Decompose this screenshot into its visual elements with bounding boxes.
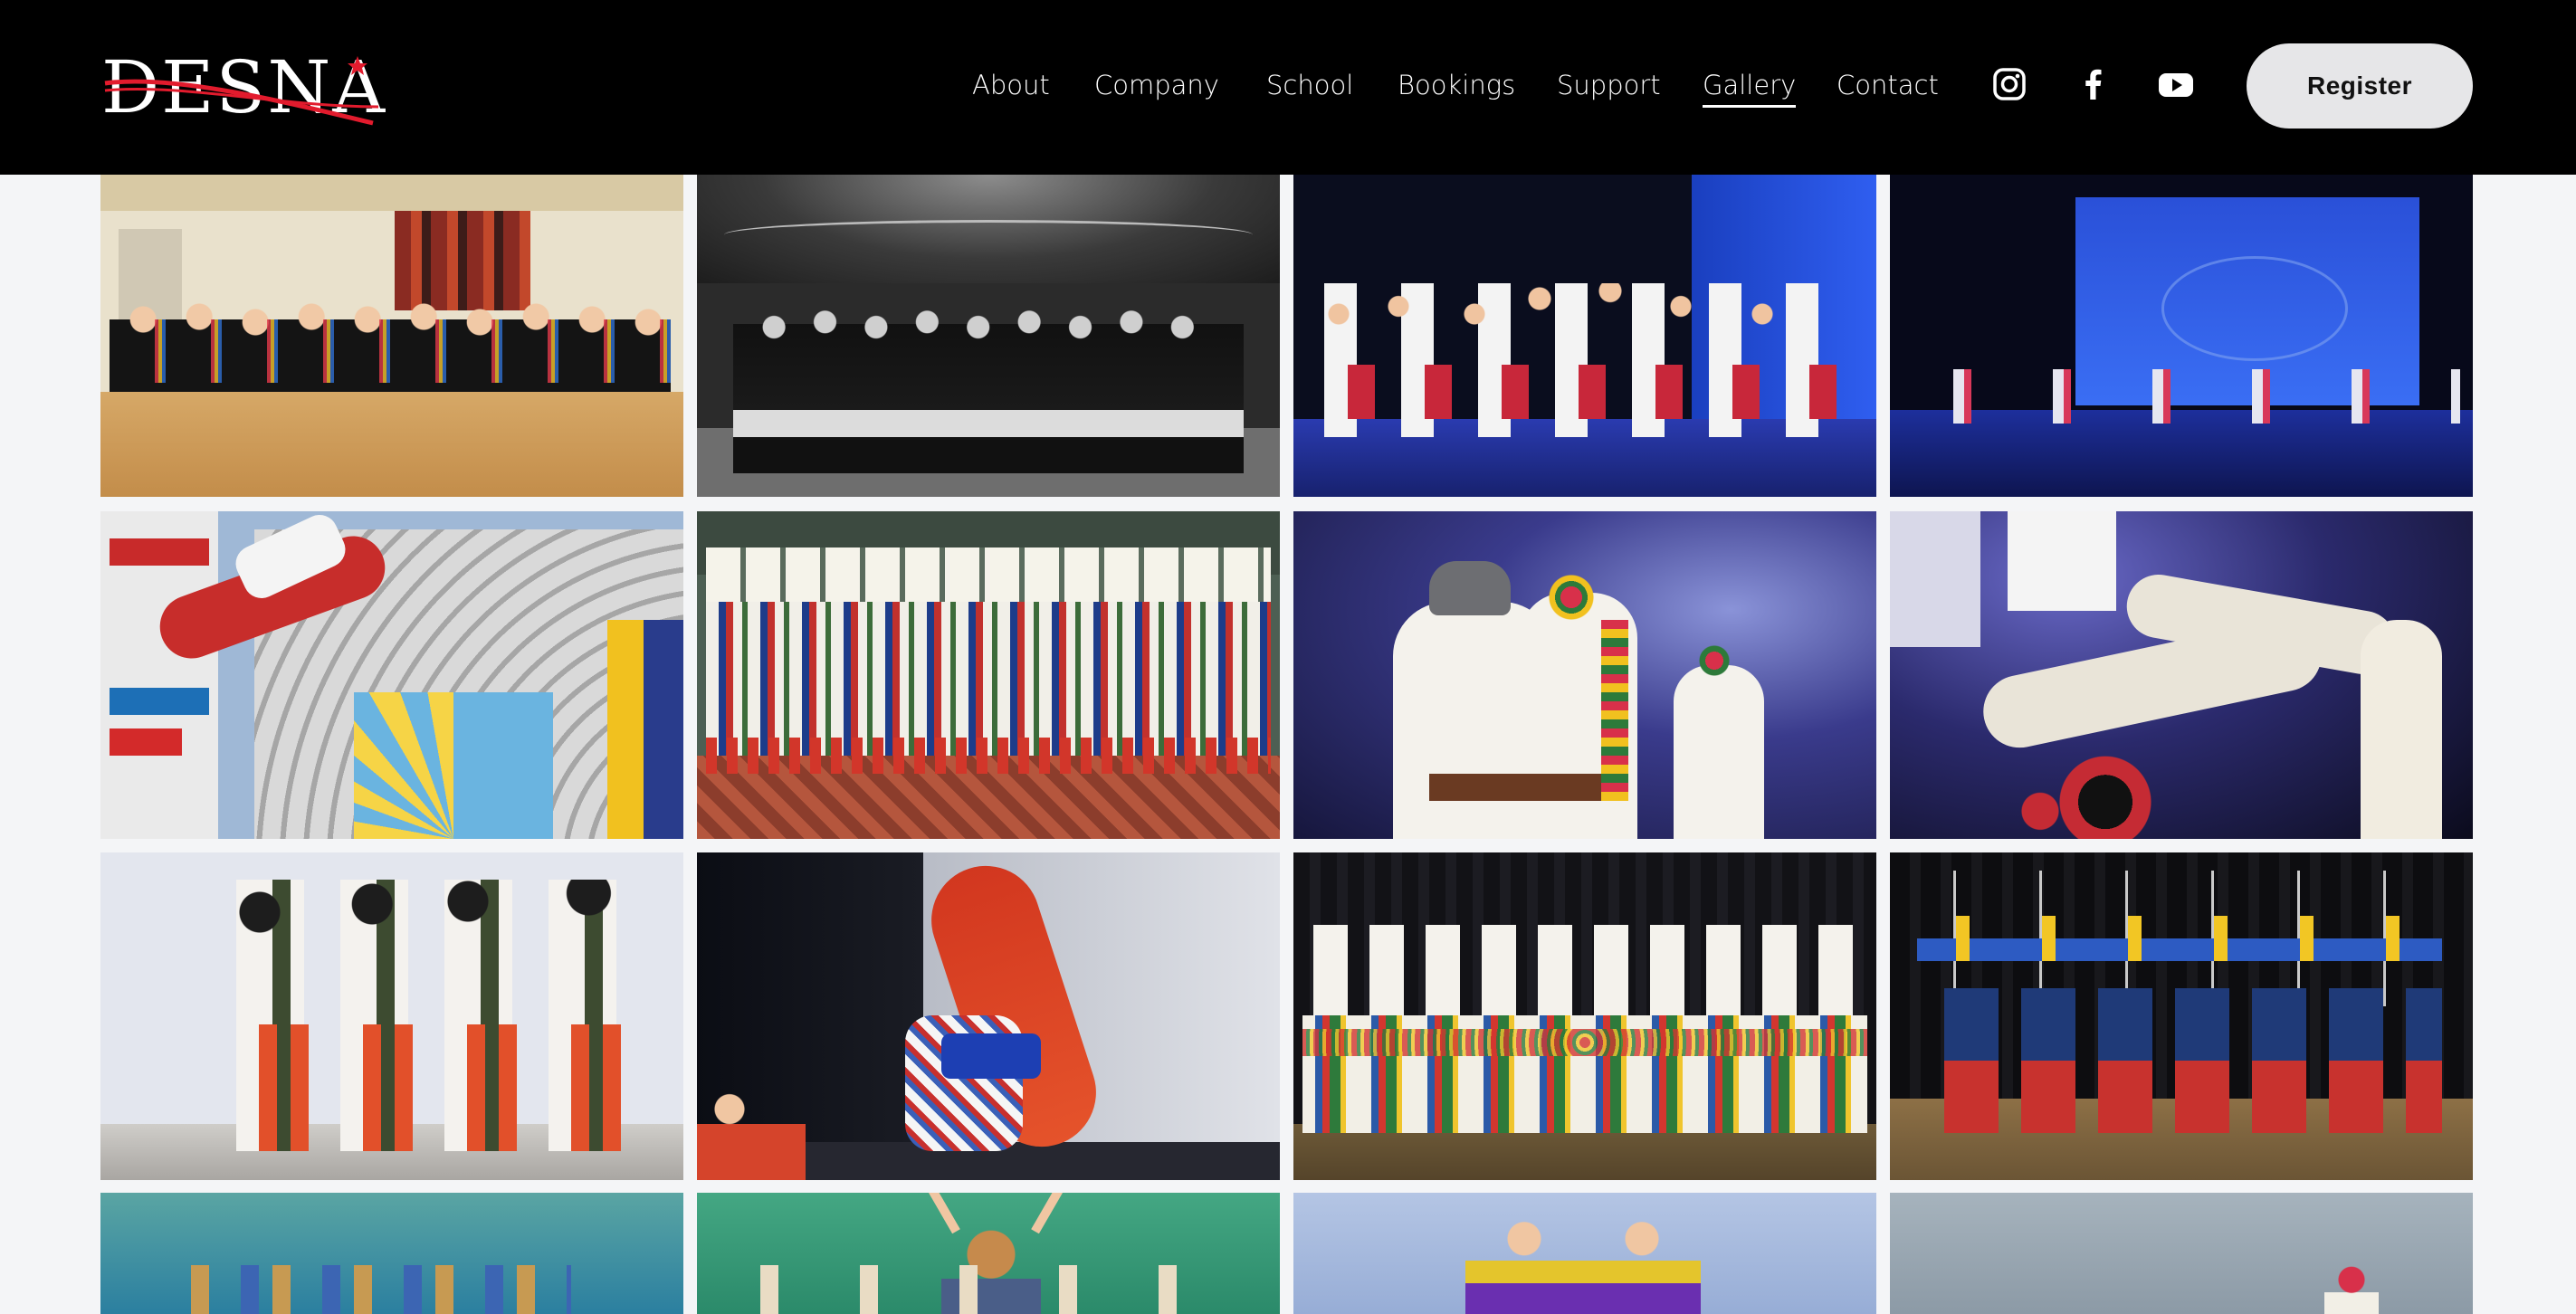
page: DESNA About Company School Bookings Supp… xyxy=(0,0,2576,1314)
nav-gallery[interactable]: Gallery xyxy=(1703,65,1797,108)
main-nav: About Company School Bookings Support Ga… xyxy=(0,0,2576,175)
facebook-icon[interactable] xyxy=(2076,67,2111,101)
gallery-photo[interactable] xyxy=(100,511,683,839)
site-header: DESNA About Company School Bookings Supp… xyxy=(0,0,2576,175)
gallery-photo[interactable] xyxy=(697,175,1280,497)
nav-school[interactable]: School xyxy=(1266,65,1353,105)
gallery-photo[interactable] xyxy=(1890,1193,2473,1314)
gallery-photo[interactable] xyxy=(1293,1193,1876,1314)
gallery-photo[interactable] xyxy=(1890,852,2473,1180)
gallery-photo[interactable] xyxy=(1293,511,1876,839)
gallery-photo[interactable] xyxy=(1293,175,1876,497)
gallery-photo[interactable] xyxy=(100,852,683,1180)
register-button[interactable]: Register xyxy=(2247,43,2473,129)
nav-bookings[interactable]: Bookings xyxy=(1398,65,1515,105)
nav-support[interactable]: Support xyxy=(1557,65,1661,105)
youtube-icon[interactable] xyxy=(2158,67,2194,101)
nav-contact[interactable]: Contact xyxy=(1837,65,1939,105)
gallery-photo[interactable] xyxy=(1890,511,2473,839)
nav-company[interactable]: Company xyxy=(1094,65,1219,105)
photo-gallery xyxy=(0,0,2576,1314)
gallery-photo[interactable] xyxy=(697,511,1280,839)
gallery-photo[interactable] xyxy=(1890,175,2473,497)
gallery-photo[interactable] xyxy=(697,852,1280,1180)
instagram-icon[interactable] xyxy=(1992,67,2027,101)
gallery-photo[interactable] xyxy=(1293,852,1876,1180)
gallery-photo[interactable] xyxy=(100,175,683,497)
gallery-photo[interactable] xyxy=(697,1193,1280,1314)
nav-about[interactable]: About xyxy=(972,65,1050,105)
gallery-photo[interactable] xyxy=(100,1193,683,1314)
